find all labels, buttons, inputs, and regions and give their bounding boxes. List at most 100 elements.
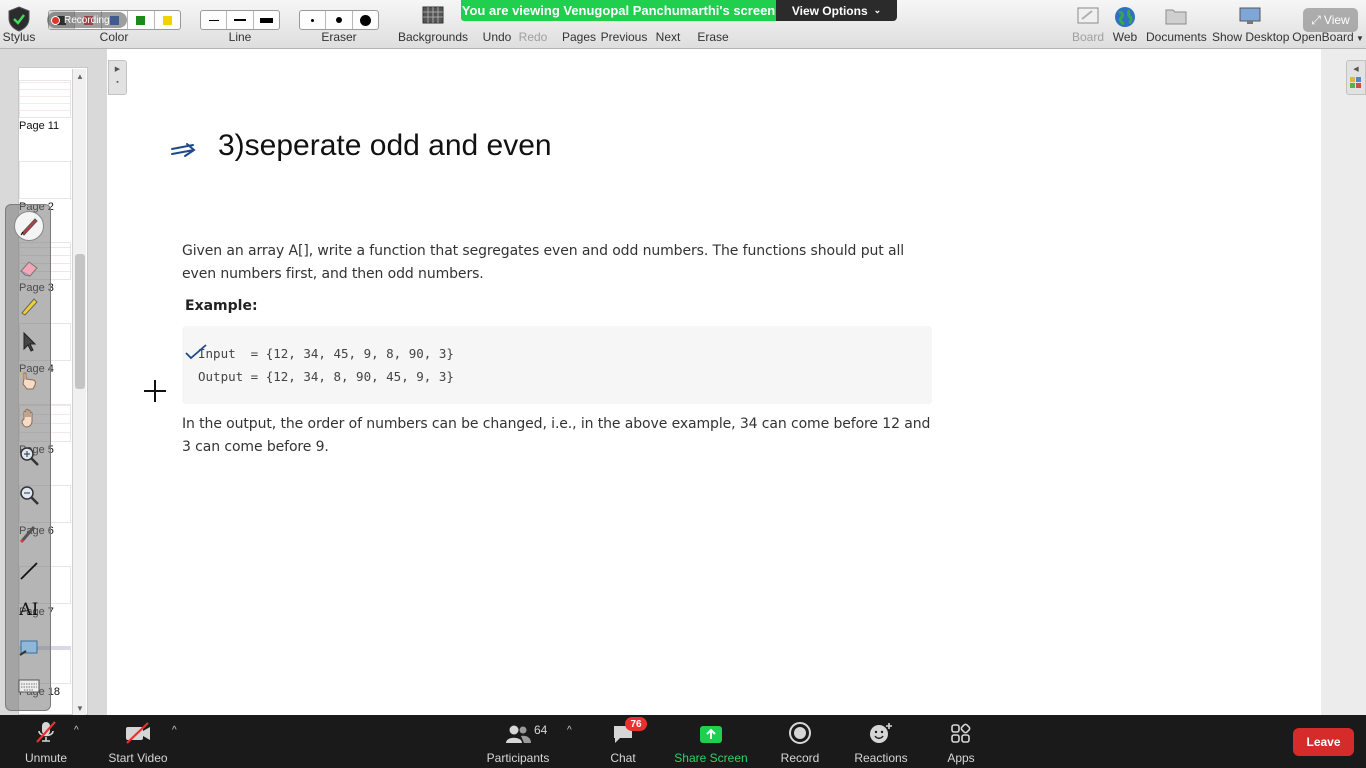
whiteboard-canvas[interactable]: 3)seperate odd and even Given an array A… <box>107 49 1321 715</box>
recording-indicator: Recording <box>47 12 127 28</box>
leave-button[interactable]: Leave <box>1293 728 1354 756</box>
text-tool[interactable]: AI <box>14 595 44 625</box>
crosshair-cursor-icon <box>144 380 166 402</box>
laser-pointer-tool[interactable] <box>14 518 44 548</box>
unmute-button[interactable]: Unmute <box>20 715 72 768</box>
library-collapse-tab[interactable]: ◀ <box>1346 60 1366 95</box>
thumbnails-collapse-tab[interactable]: ▶ ▪ <box>108 60 127 95</box>
apps-button[interactable]: Apps <box>944 715 978 768</box>
reactions-button[interactable]: Reactions <box>852 715 910 768</box>
line-label: Line <box>228 30 252 44</box>
chat-unread-badge: 76 <box>625 717 647 731</box>
participants-label: Participants <box>486 751 550 765</box>
arrow-annotation <box>171 143 196 157</box>
record-button[interactable]: Record <box>778 715 822 768</box>
pen-tool[interactable] <box>14 211 44 241</box>
view-pill-label: View <box>1323 13 1350 27</box>
laser-pointer-icon <box>19 526 36 544</box>
line-medium[interactable] <box>227 11 254 29</box>
share-screen-button[interactable]: Share Screen <box>674 715 748 768</box>
apps-label: Apps <box>947 751 975 765</box>
hand-tool[interactable] <box>14 403 44 433</box>
apps-grid-icon <box>950 715 972 745</box>
video-options-caret[interactable]: ^ <box>172 725 177 736</box>
eraser-label: Eraser <box>321 30 357 44</box>
pointing-hand-icon <box>19 371 36 390</box>
erase-label: Erase <box>697 30 729 44</box>
expand-icon: ⤢ <box>1311 12 1321 27</box>
tool-palette: AI <box>5 204 51 711</box>
participants-options-caret[interactable]: ^ <box>567 725 572 736</box>
show-desktop-button[interactable]: Show Desktop <box>1212 0 1289 49</box>
thumbnail-scrollbar[interactable]: ▲ ▼ <box>72 69 86 715</box>
capture-icon <box>19 640 38 656</box>
share-banner: You are viewing Venugopal Panchumarthi's… <box>461 0 776 21</box>
eraser-medium[interactable] <box>326 11 353 29</box>
color-yellow[interactable] <box>155 11 180 29</box>
zoom-out-tool[interactable] <box>14 480 44 510</box>
start-video-label: Start Video <box>108 751 168 765</box>
line-thin[interactable] <box>201 11 228 29</box>
participants-count: 64 <box>534 723 548 737</box>
collapse-arrow-icon: ▶ <box>114 66 121 73</box>
expand-arrow-icon: ◀ <box>1353 66 1359 73</box>
page-preview <box>19 80 71 118</box>
backgrounds-button[interactable]: Backgrounds <box>397 0 469 49</box>
audio-options-caret[interactable]: ^ <box>74 725 79 736</box>
view-pill[interactable]: ⤢ View <box>1303 8 1358 32</box>
grid-icon <box>422 6 444 29</box>
scrollbar-thumb[interactable] <box>75 254 85 389</box>
capture-tool[interactable] <box>14 633 44 663</box>
view-options-button[interactable]: View Options ⌄ <box>776 0 897 21</box>
web-label: Web <box>1112 30 1138 44</box>
monitor-icon <box>1238 6 1262 31</box>
previous-label: Previous <box>600 30 648 44</box>
documents-label: Documents <box>1146 30 1207 44</box>
globe-icon <box>1114 6 1136 33</box>
keyboard-tool[interactable] <box>14 671 44 701</box>
stylus-toggle[interactable]: Stylus <box>0 0 38 49</box>
text-icon: AI <box>19 600 39 620</box>
code-example-block: Input = {12, 34, 45, 9, 8, 90, 3} Output… <box>182 326 932 404</box>
documents-button[interactable]: Documents <box>1146 0 1207 49</box>
line-tool[interactable] <box>14 556 44 586</box>
scroll-down-icon[interactable]: ▼ <box>74 703 86 715</box>
stylus-label: Stylus <box>2 30 36 44</box>
start-video-button[interactable]: Start Video <box>106 715 170 768</box>
record-dot-icon <box>51 15 60 25</box>
share-arrow-icon <box>698 715 724 745</box>
view-options-label: View Options <box>791 3 868 18</box>
web-button[interactable]: Web <box>1110 0 1140 49</box>
chat-label: Chat <box>610 751 636 765</box>
backgrounds-label: Backgrounds <box>397 30 469 44</box>
page-preview <box>19 161 71 199</box>
openboard-dropdown-icon[interactable]: ▼ <box>1356 34 1364 43</box>
share-screen-label: Share Screen <box>674 751 748 765</box>
zoom-out-icon <box>20 486 39 505</box>
openboard-label: OpenBoard <box>1292 30 1354 44</box>
board-icon <box>1076 6 1100 31</box>
eraser-small[interactable] <box>300 11 327 29</box>
select-tool[interactable] <box>14 327 44 357</box>
checkmark-annotation <box>185 344 207 360</box>
color-green[interactable] <box>128 11 155 29</box>
eraser-size-picker[interactable] <box>299 10 379 30</box>
interact-tool[interactable] <box>14 365 44 395</box>
board-button[interactable]: Board <box>1070 0 1106 49</box>
page-stack-icon: ▪ <box>116 79 119 86</box>
line-thick[interactable] <box>254 11 279 29</box>
problem-description: Given an array A[], write a function tha… <box>182 243 905 282</box>
highlighter-tool[interactable] <box>14 290 44 320</box>
line-width-picker[interactable] <box>200 10 280 30</box>
scroll-up-icon[interactable]: ▲ <box>74 71 86 83</box>
undo-label: Undo <box>482 30 512 44</box>
eraser-tool[interactable] <box>14 252 44 282</box>
video-off-icon <box>124 715 152 745</box>
zoom-in-tool[interactable] <box>14 441 44 471</box>
line-group: Line <box>199 0 281 49</box>
record-label: Record <box>780 751 820 765</box>
output-note: In the output, the order of numbers can … <box>182 416 931 455</box>
muted-microphone-icon <box>34 715 58 745</box>
eraser-large[interactable] <box>353 11 378 29</box>
folder-icon <box>1164 6 1188 31</box>
